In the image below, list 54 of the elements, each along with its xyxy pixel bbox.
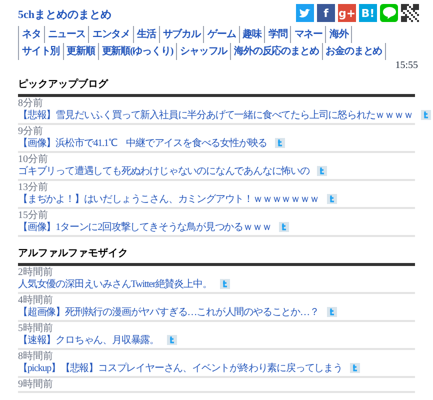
section-title: アルファルファモザイク (18, 246, 415, 266)
section-title: ピックアップブログ (18, 78, 415, 96)
nav-link[interactable]: 生活 (133, 26, 159, 42)
tweet-icon[interactable] (275, 138, 286, 148)
tweet-icon[interactable] (350, 363, 360, 373)
nav-link[interactable]: マネー (290, 26, 326, 42)
tweet-icon[interactable] (326, 307, 337, 317)
nav-link[interactable]: ニュース (44, 26, 88, 42)
post-time: 5時間前 (18, 322, 54, 334)
article-link[interactable]: ゴキブリって遭遇しても死ぬわけじゃないのになんであんなに怖いの (18, 164, 310, 178)
qr-code-icon[interactable] (401, 4, 419, 22)
post-time: 15分前 (18, 210, 49, 220)
nav-link[interactable]: 海外の反応のまとめ (230, 42, 322, 60)
article-link[interactable]: 人気女優の深田えいみさんTwitter絶賛炎上中。 (18, 278, 212, 290)
tweet-icon[interactable] (167, 335, 178, 345)
share-button[interactable]: f (317, 4, 335, 22)
article-link[interactable]: 【悲報】雪見だいふく買って新入社員に半分あげて一緒に食べてたら上司に怒られたｗｗｗｗ (18, 108, 413, 122)
post-time: 9分前 (18, 126, 44, 136)
nav-link[interactable]: 趣味 (238, 26, 264, 42)
tweet-icon[interactable] (326, 194, 337, 204)
nav-link[interactable]: 更新順 (62, 42, 98, 60)
nav-link[interactable]: ネタ (18, 26, 44, 42)
nav-link[interactable]: 海外 (325, 26, 352, 42)
article-link[interactable]: 【画像】浜松市で41.1℃ 中継でアイスを食べる女性が映る (18, 136, 268, 150)
post-time: 4時間前 (18, 294, 54, 306)
tweet-icon[interactable] (317, 166, 328, 176)
nav-link[interactable]: シャッフル (176, 42, 230, 60)
site-title[interactable]: 5chまとめのまとめ (18, 7, 112, 24)
clock-time: 15:55 (395, 60, 418, 72)
share-button[interactable]: g+ (338, 4, 356, 22)
nav-link[interactable]: 更新順(ゆっくり) (98, 42, 176, 60)
nav-link[interactable]: サブカル (158, 26, 204, 42)
nav-link[interactable]: ゲーム (203, 26, 239, 42)
speech-bubble-icon (382, 7, 396, 19)
post-time: 13分前 (18, 182, 49, 192)
tweet-icon[interactable] (279, 222, 290, 232)
post-time: 8時間前 (18, 350, 54, 362)
nav-link[interactable]: 学問 (264, 26, 290, 42)
post-time: 10分前 (18, 154, 49, 164)
article-link[interactable]: 【速報】クロちゃん、月収暴露。 (18, 334, 160, 346)
post-time: 2時間前 (18, 266, 54, 278)
article-link[interactable]: 【pickup】【悲報】コスプレイヤーさん、イベントが終わり素に戻ってしまう (18, 362, 342, 374)
post-time: 9時間前 (18, 378, 54, 390)
twitter-share-button[interactable] (296, 4, 314, 22)
post-time: 8分前 (18, 98, 44, 108)
article-link[interactable]: 【超画像】死刑執行の漫画がヤバすぎる…これが人間のやることか…？ (18, 306, 319, 318)
article-link[interactable]: 【まぢかよ！】はいだしょうこさん、カミングアウト！ｗｗｗｗｗｗｗ (18, 192, 319, 206)
tweet-icon[interactable] (420, 110, 431, 120)
nav-link[interactable]: お金のまとめ (322, 42, 386, 60)
nav-link[interactable]: サイト別 (18, 42, 63, 60)
tweet-icon[interactable] (220, 279, 230, 289)
bird-icon (299, 8, 311, 18)
article-link[interactable]: 【画像】1ターンに2回攻撃してきそうな鳥が見つかるｗｗｗ (18, 220, 272, 234)
nav-link[interactable]: エンタメ (88, 26, 134, 42)
